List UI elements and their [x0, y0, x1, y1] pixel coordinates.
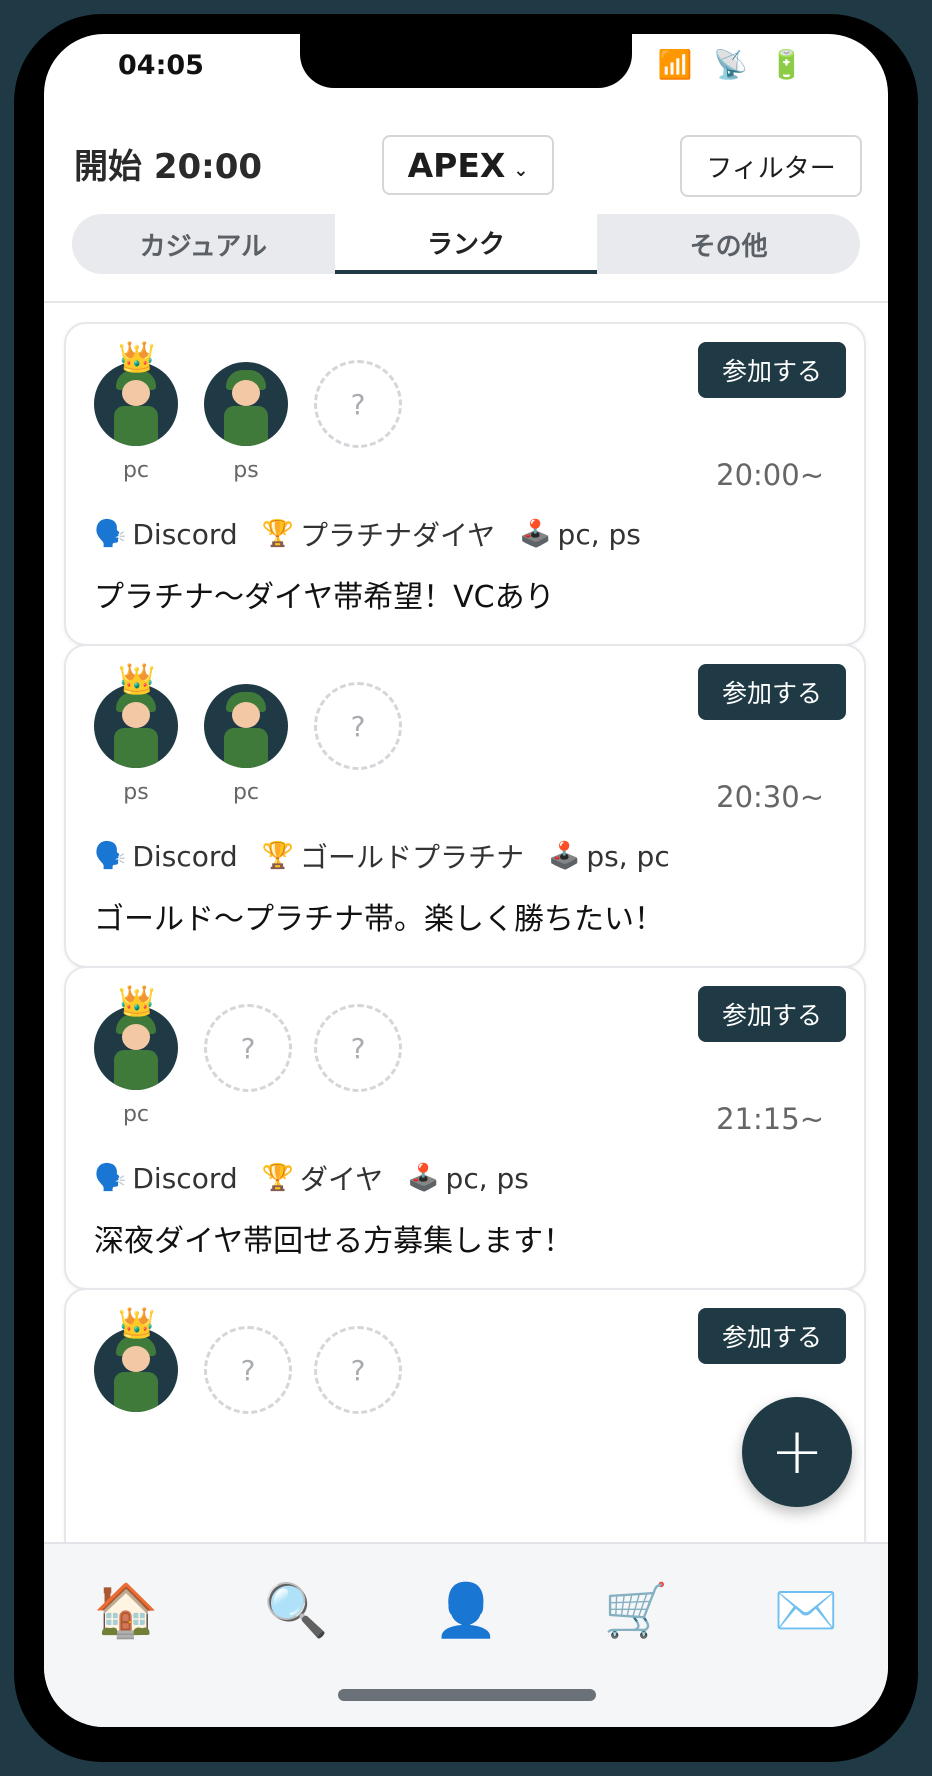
avatar[interactable]: [204, 684, 288, 768]
join-button[interactable]: 参加する: [698, 986, 846, 1042]
recruit-list[interactable]: 👑 pc ps ? 参加する 20:00~ 🗣️ Discord 🏆 プラチナダ…: [44, 322, 888, 1542]
home-indicator: [338, 1689, 596, 1701]
empty-slot-placeholder: ?: [314, 1004, 402, 1092]
voice-chat-icon: 🗣️: [94, 841, 127, 871]
start-time-label[interactable]: 開始 20:00: [74, 139, 262, 188]
member-slot: 👑 pc: [94, 984, 178, 1127]
card-comment: プラチナ〜ダイヤ帯希望！VCあり: [94, 580, 555, 615]
mail-icon[interactable]: ✉️: [766, 1580, 846, 1641]
empty-member-slot: ?: [204, 1326, 292, 1414]
voice-channel: Discord: [132, 1161, 238, 1195]
trophy-icon: 🏆: [261, 1163, 294, 1193]
empty-slot-placeholder: ?: [204, 1004, 292, 1092]
empty-slot-placeholder: ?: [314, 682, 402, 770]
device-notch: [300, 34, 632, 88]
home-icon[interactable]: 🏠: [86, 1580, 166, 1641]
voice-channel: Discord: [132, 517, 238, 551]
chevron-down-icon: ⌄: [513, 159, 529, 181]
tab-casual[interactable]: カジュアル: [72, 214, 335, 274]
rank-range: ゴールドプラチナ: [300, 841, 525, 874]
status-time: 04:05: [118, 50, 204, 81]
join-button[interactable]: 参加する: [698, 342, 846, 398]
recruit-card[interactable]: 👑 ps pc ? 参加する 20:30~ 🗣️ Discord 🏆 ゴールドプ…: [64, 644, 866, 968]
voice-channel: Discord: [132, 839, 238, 873]
rank-range: ダイヤ: [300, 1163, 384, 1196]
card-meta: 🗣️ Discord 🏆 プラチナダイヤ 🕹️ pc, ps: [94, 514, 641, 554]
card-time: 20:00~: [716, 458, 824, 492]
card-meta: 🗣️ Discord 🏆 ゴールドプラチナ 🕹️ ps, pc: [94, 836, 670, 876]
recruit-card[interactable]: 👑 ? ? 参加する: [64, 1288, 866, 1542]
joystick-icon: 🕹️: [519, 519, 552, 549]
joystick-icon: 🕹️: [407, 1163, 440, 1193]
game-select-value: APEX: [407, 145, 506, 185]
crown-icon: 👑: [118, 1306, 156, 1341]
member-slot: ps: [204, 362, 288, 483]
profile-icon[interactable]: 👤: [426, 1580, 506, 1641]
empty-slot-placeholder: ?: [314, 1326, 402, 1414]
empty-slot-placeholder: ?: [204, 1326, 292, 1414]
platform-summary: ps, pc: [586, 839, 670, 873]
crown-icon: 👑: [118, 662, 156, 697]
trophy-icon: 🏆: [261, 519, 294, 549]
card-meta: 🗣️ Discord 🏆 ダイヤ 🕹️ pc, ps: [94, 1158, 529, 1198]
join-button[interactable]: 参加する: [698, 1308, 846, 1364]
joystick-icon: 🕹️: [548, 841, 581, 871]
trophy-icon: 🏆: [261, 841, 294, 871]
tab-other[interactable]: その他: [597, 214, 860, 274]
member-slot: 👑 ps: [94, 662, 178, 805]
member-platform: pc: [232, 780, 260, 805]
mode-tabs: カジュアル ランク その他: [72, 214, 860, 274]
empty-member-slot: ?: [314, 360, 402, 448]
member-platform: ps: [123, 780, 149, 805]
recruit-card[interactable]: 👑 pc ? ? 参加する 21:15~ 🗣️ Discord 🏆 ダイヤ 🕹️…: [64, 966, 866, 1290]
empty-member-slot: ?: [204, 1004, 292, 1092]
card-comment: 深夜ダイヤ帯回せる方募集します！: [94, 1224, 574, 1259]
empty-slot-placeholder: ?: [314, 360, 402, 448]
member-platform: ps: [233, 458, 259, 483]
rank-range: プラチナダイヤ: [300, 519, 496, 552]
platform-summary: pc, ps: [445, 1161, 529, 1195]
app-screen: 04:05 📶 📡 🔋 開始 20:00 APEX ⌄ フィルター カジュアル …: [44, 34, 888, 1727]
join-button[interactable]: 参加する: [698, 664, 846, 720]
member-slot: 👑 pc: [94, 340, 178, 483]
status-icons: 📶 📡 🔋: [657, 48, 810, 81]
member-slot: 👑: [94, 1306, 178, 1412]
header-divider: [44, 301, 888, 303]
empty-member-slot: ?: [314, 682, 402, 770]
member-platform: pc: [122, 458, 150, 483]
voice-chat-icon: 🗣️: [94, 1163, 127, 1193]
recruit-card[interactable]: 👑 pc ps ? 参加する 20:00~ 🗣️ Discord 🏆 プラチナダ…: [64, 322, 866, 646]
tab-rank[interactable]: ランク: [334, 214, 598, 274]
card-time: 20:30~: [716, 780, 824, 814]
cart-icon[interactable]: 🛒: [596, 1580, 676, 1641]
platform-summary: pc, ps: [557, 517, 641, 551]
card-comment: ゴールド〜プラチナ帯。楽しく勝ちたい！: [94, 902, 664, 937]
voice-chat-icon: 🗣️: [94, 519, 127, 549]
filter-button[interactable]: フィルター: [680, 135, 862, 197]
crown-icon: 👑: [118, 984, 156, 1019]
avatar[interactable]: [204, 362, 288, 446]
card-time: 21:15~: [716, 1102, 824, 1136]
create-post-button[interactable]: +: [742, 1397, 852, 1507]
empty-member-slot: ?: [314, 1326, 402, 1414]
member-slot: pc: [204, 684, 288, 805]
member-platform: pc: [122, 1102, 150, 1127]
game-select[interactable]: APEX ⌄: [382, 135, 554, 195]
search-icon[interactable]: 🔍: [256, 1580, 336, 1641]
empty-member-slot: ?: [314, 1004, 402, 1092]
crown-icon: 👑: [118, 340, 156, 375]
